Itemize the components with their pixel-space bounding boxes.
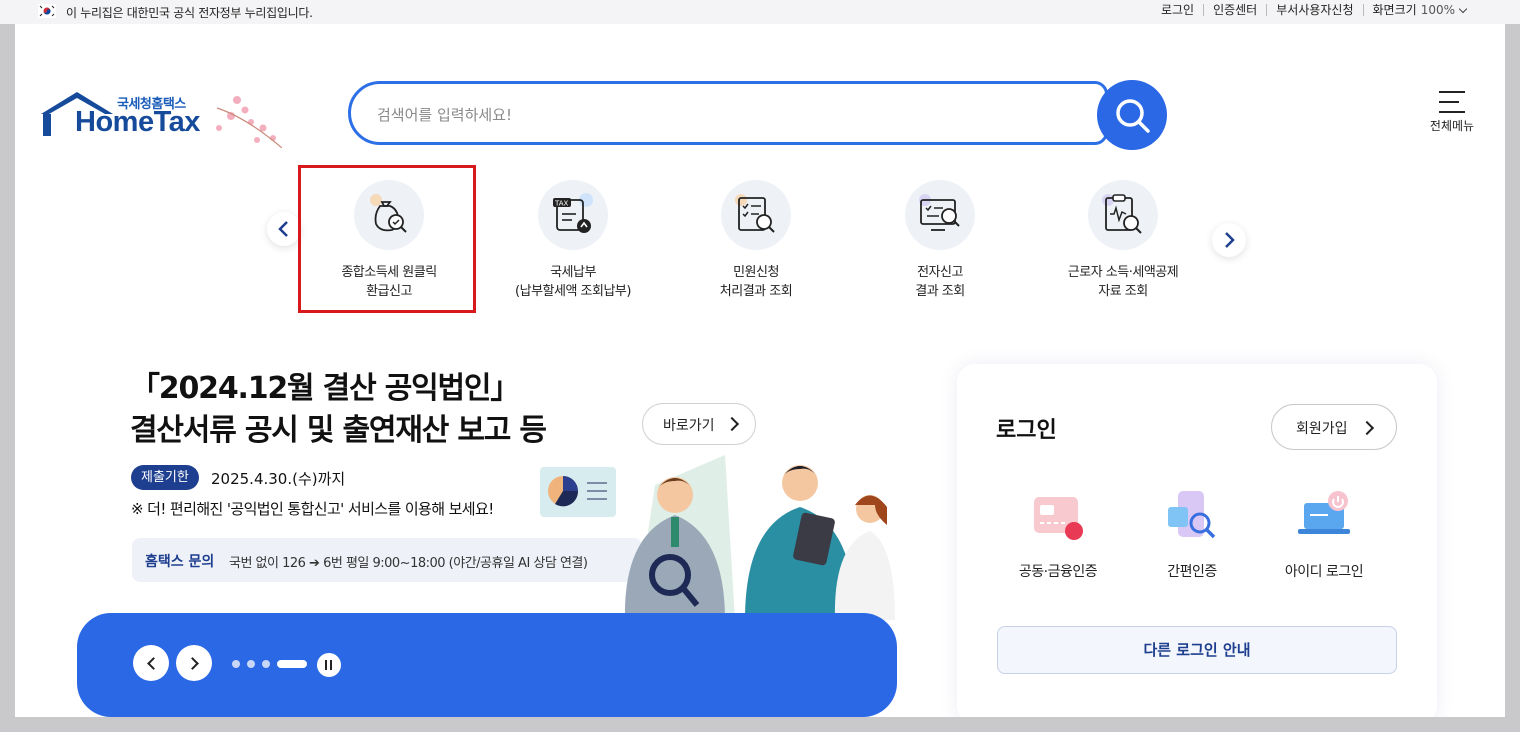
all-menu-button[interactable]: 전체메뉴 [1423, 91, 1481, 134]
quick-menu-label: 국세납부 (납부할세액 조회납부) [515, 265, 631, 299]
util-cert-center-link[interactable]: 인증센터 [1203, 4, 1266, 16]
phone-search-icon [1168, 491, 1216, 539]
monitor-search-icon [919, 194, 960, 231]
chevron-right-icon [724, 416, 740, 432]
quick-menu-label: 종합소득세 원클릭 환급신고 [341, 265, 437, 299]
inquiry-label: 홈택스 문의 [145, 554, 215, 570]
quick-menu-item-worker-deduction[interactable]: 근로자 소득·세액공제 자료 조회 [1033, 180, 1213, 301]
page: 국세청홈택스 HomeTax 전체메뉴 [15, 15, 1505, 717]
banner-illustration [540, 455, 895, 620]
login-title: 로그인 [996, 418, 1057, 443]
util-login-link[interactable]: 로그인 [1152, 4, 1203, 16]
gov-banner: 이 누리집은 대한민국 공식 전자정부 누리집입니다. 로그인 인증센터 부서사… [0, 0, 1520, 24]
zoom-value: 100% [1420, 3, 1455, 17]
zoom-label: 화면크기 [1372, 3, 1417, 17]
chevron-down-icon [1458, 4, 1468, 14]
chevron-left-icon [147, 657, 160, 670]
banner-control-bar [77, 613, 897, 717]
hamburger-icon [1439, 91, 1465, 113]
quick-menu-item-income-tax-refund[interactable]: 종합소득세 원클릭 환급신고 [299, 180, 479, 301]
search-button[interactable] [1097, 80, 1167, 150]
login-method-certificate[interactable]: 공동·금융인증 [998, 489, 1118, 581]
quick-menu-label: 전자신고 결과 조회 [915, 265, 965, 299]
banner-prev-button[interactable] [133, 645, 169, 681]
other-login-button[interactable]: 다른 로그인 안내 [997, 626, 1397, 674]
login-method-simple[interactable]: 간편인증 [1132, 489, 1252, 581]
clipboard-search-icon [1102, 194, 1142, 234]
login-method-label: 아이디 로그인 [1284, 564, 1364, 580]
deadline-date: 2025.4.30.(수)까지 [211, 470, 346, 488]
util-zoom-control[interactable]: 화면크기 100% [1362, 3, 1475, 17]
banner-notice: ※ 더! 편리해진 '공익법인 통합신고' 서비스를 이용해 보세요! [131, 500, 494, 518]
login-method-id[interactable]: 아이디 로그인 [1264, 489, 1384, 581]
banner-dot-active[interactable] [277, 660, 307, 668]
banner-go-label: 바로가기 [663, 418, 715, 434]
chevron-right-icon [1225, 232, 1235, 248]
certificate-card-icon [1034, 497, 1083, 540]
search-input[interactable] [375, 100, 1079, 130]
banner-go-button[interactable]: 바로가기 [642, 403, 756, 445]
banner-dot[interactable] [247, 660, 255, 668]
hometax-logo[interactable]: 국세청홈택스 HomeTax [37, 88, 282, 148]
inquiry-text: 국번 없이 126 ➔ 6번 평일 9:00~18:00 (야간/공휴일 AI … [229, 556, 588, 571]
search-icon [1116, 99, 1150, 133]
korean-flag-icon [38, 4, 56, 18]
quick-menu-next-button[interactable] [1212, 223, 1246, 257]
laptop-power-icon [1298, 491, 1350, 534]
quick-menu-item-tax-payment[interactable]: TAX 국세납부 (납부할세액 조회납부) [483, 180, 663, 301]
quick-menu-item-civil-petition[interactable]: 민원신청 처리결과 조회 [666, 180, 846, 301]
all-menu-label: 전체메뉴 [1429, 119, 1475, 133]
login-method-label: 공동·금융인증 [1018, 564, 1098, 580]
banner-title: 「2024.12월 결산 공익법인」 결산서류 공시 및 출연재산 보고 등 [130, 371, 547, 448]
tax-document-upload-icon: TAX [553, 193, 593, 233]
signup-button[interactable]: 회원가입 [1271, 404, 1397, 450]
money-bag-magnifier-icon [370, 194, 407, 233]
quick-menu-item-e-filing-result[interactable]: 전자신고 결과 조회 [850, 180, 1030, 301]
deadline-badge: 제출기한 [131, 465, 199, 490]
gov-banner-text: 이 누리집은 대한민국 공식 전자정부 누리집입니다. [66, 6, 313, 20]
pause-icon [325, 660, 327, 670]
login-panel: 로그인 회원가입 공동·금융인증 간편인증 아이디 로그인 다른 로그인 안내 [957, 364, 1437, 717]
utility-nav: 로그인 인증센터 부서사용자신청 화면크기 100% [1152, 4, 1475, 16]
logo-title: HomeTax [75, 106, 200, 138]
quick-menu-prev-button[interactable] [267, 212, 301, 246]
search-box [348, 81, 1108, 145]
chevron-right-icon [186, 657, 199, 670]
quick-menu-label: 민원신청 처리결과 조회 [719, 265, 793, 299]
document-checklist-search-icon [735, 194, 775, 233]
chevron-left-icon [278, 221, 288, 237]
banner-pause-button[interactable] [317, 653, 341, 677]
svg-text:TAX: TAX [554, 200, 569, 208]
banner-dot[interactable] [232, 660, 240, 668]
quick-menu-label: 근로자 소득·세액공제 자료 조회 [1067, 265, 1179, 299]
util-dept-user-link[interactable]: 부서사용자신청 [1266, 4, 1362, 16]
banner-dot[interactable] [262, 660, 270, 668]
chevron-right-icon [1359, 420, 1375, 436]
banner-next-button[interactable] [176, 645, 212, 681]
login-method-label: 간편인증 [1167, 564, 1217, 580]
signup-label: 회원가입 [1296, 421, 1348, 437]
